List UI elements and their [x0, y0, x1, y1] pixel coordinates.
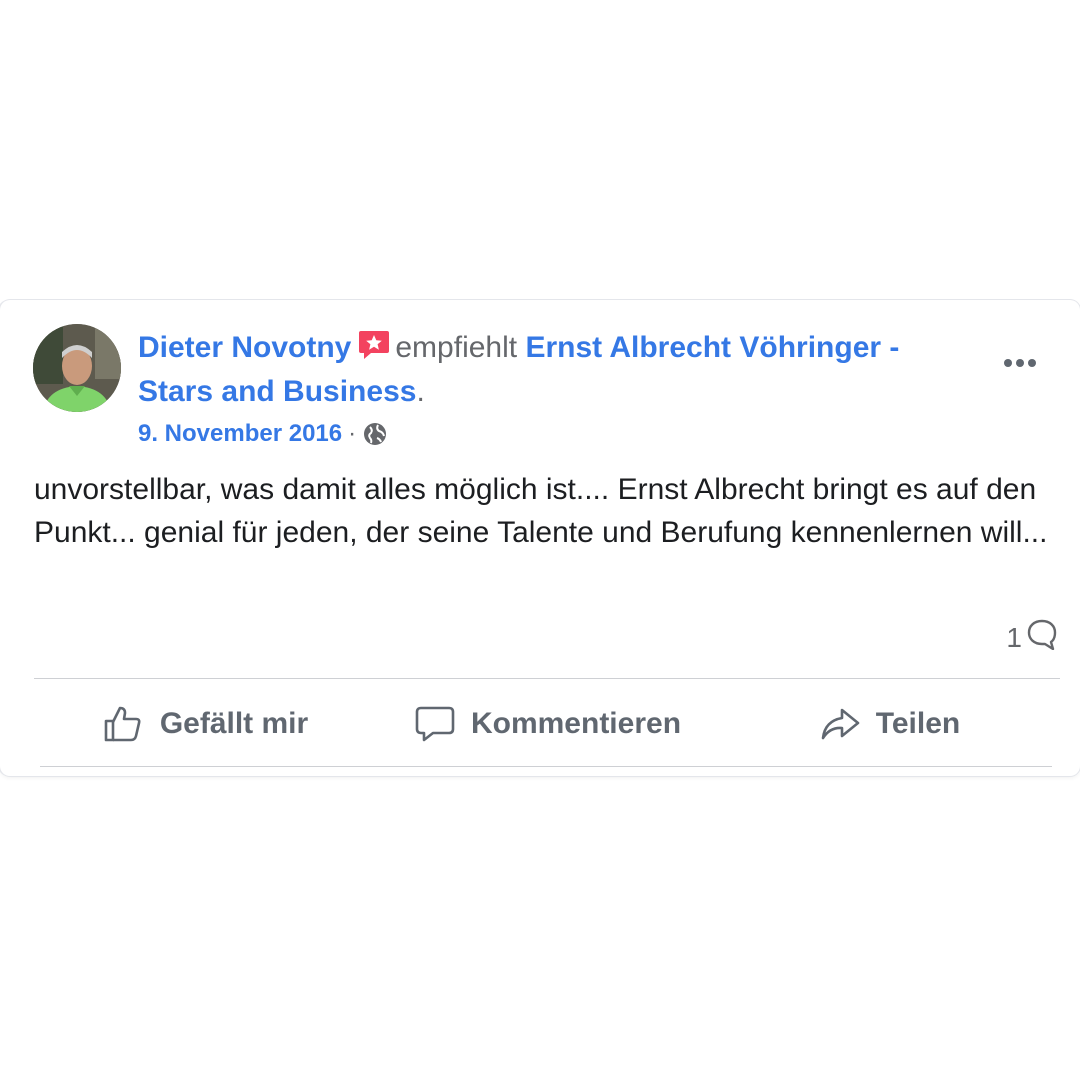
comment-icon — [415, 706, 455, 742]
thumbs-up-icon — [104, 706, 141, 742]
action-divider-bottom — [40, 766, 1052, 767]
post-date[interactable]: 9. November 2016 — [138, 416, 342, 452]
share-button[interactable]: Teilen — [718, 684, 1060, 764]
meta-separator: · — [348, 420, 357, 447]
author-name[interactable]: Dieter Novotny — [138, 331, 351, 364]
avatar[interactable] — [33, 324, 121, 412]
recommend-star-icon — [357, 328, 391, 362]
comment-bubble-icon — [1026, 618, 1058, 657]
comment-count[interactable]: 1 — [1006, 618, 1058, 657]
like-label: Gefällt mir — [159, 707, 309, 740]
share-arrow-icon — [821, 708, 860, 740]
header-period: . — [416, 375, 425, 408]
like-button[interactable]: Gefällt mir — [34, 684, 376, 764]
comment-button[interactable]: Kommentieren — [376, 684, 718, 764]
post-header: Dieter Novotny empfiehlt Ernst Albrecht V… — [138, 326, 968, 414]
share-label: Teilen — [875, 707, 961, 740]
comment-label: Kommentieren — [470, 707, 682, 740]
globe-icon[interactable] — [362, 421, 388, 447]
more-options-icon[interactable] — [1000, 348, 1040, 378]
more-dot — [1028, 359, 1036, 367]
action-divider-top — [34, 678, 1060, 679]
recommend-action-text: empfiehlt — [395, 331, 518, 364]
post-meta: 9. November 2016 · — [138, 416, 388, 452]
more-dot — [1016, 359, 1024, 367]
post-body: unvorstellbar, was damit alles möglich i… — [34, 473, 1048, 549]
post-card: Dieter Novotny empfiehlt Ernst Albrecht V… — [0, 300, 1080, 776]
more-dot — [1004, 359, 1012, 367]
comment-count-value: 1 — [1006, 621, 1022, 653]
action-bar: Gefällt mir Kommentieren Teilen — [34, 684, 1060, 764]
